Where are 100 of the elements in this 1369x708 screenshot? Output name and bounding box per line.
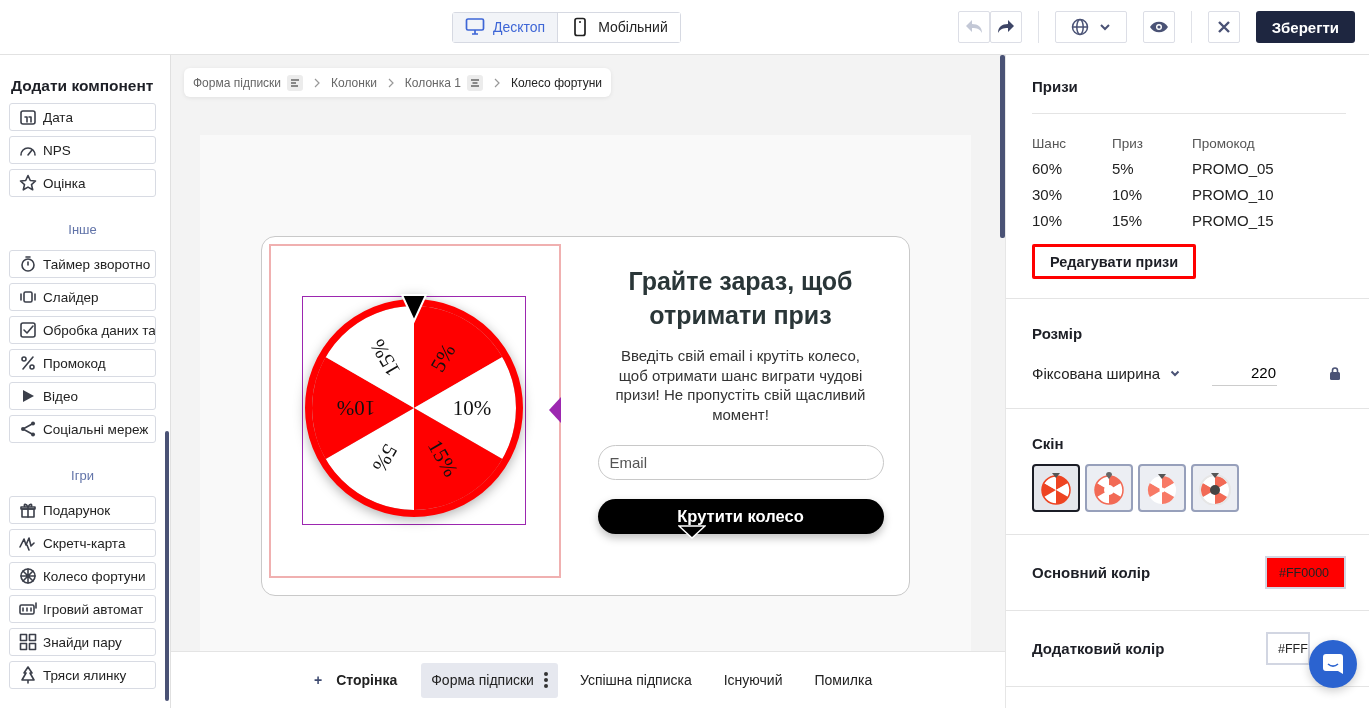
add-page-button[interactable]: + Сторінка [314,672,410,688]
segment-label: 10% [336,395,375,420]
promo-title: Грайте зараз, щоб отримати приз [627,266,854,331]
page-tab[interactable]: Помилка [804,662,883,698]
breadcrumb-link[interactable]: Колонка 1 [404,75,461,90]
chevron-right-icon [492,77,501,88]
monitor-icon [465,17,485,37]
eye-icon [1148,20,1169,34]
wheel-icon [1092,471,1126,505]
resize-handle [548,397,561,423]
language-dropdown[interactable] [1054,11,1127,43]
component-item[interactable]: Подарунок [9,496,156,524]
component-item[interactable]: Обробка даних та [9,316,156,344]
table-cell-text: 5% [1112,160,1135,177]
star-icon [19,174,37,192]
page-tab[interactable]: Успішна підписка [569,662,702,698]
width-mode-dropdown[interactable]: Фіксована ширина [1032,364,1212,382]
save-button[interactable]: Зберегти [1255,11,1355,43]
section-heading: Інше [67,221,98,239]
table-cell-text: PROMO_05 [1192,160,1275,177]
skin-option[interactable] [1032,464,1080,512]
segment-label: 5% [425,339,460,376]
component-item[interactable]: Дата [9,103,156,131]
table-cell-text: 10% [1112,186,1144,203]
chat-icon [1322,653,1344,675]
device-tab[interactable]: Мобільний [557,12,680,42]
calendar-icon [19,108,37,126]
component-item[interactable]: Слайдер [9,283,156,311]
table-cell-text: PROMO_15 [1192,212,1275,229]
wheel-icon [1145,471,1179,505]
page-tab[interactable]: Форма підписки [421,662,558,698]
device-tab[interactable]: Десктоп [453,12,558,42]
lock-icon [1330,366,1340,380]
close-icon [1216,20,1231,34]
table-cell-text: 10% [1032,212,1064,229]
scrollbar[interactable] [1000,55,1005,238]
segment-label: 10% [452,395,491,420]
globe-icon [1070,18,1089,36]
redo-icon [996,19,1015,35]
align-icon [287,74,304,91]
segment-label: 5% [367,439,402,476]
chevron-right-icon [386,77,395,88]
color-label: Додатковий колір [1032,640,1165,657]
component-item[interactable]: Знайди пару [9,628,156,656]
component-item[interactable]: Тряси ялинку [9,661,156,689]
component-item[interactable]: Ігровий автомат [9,595,156,623]
wheel-icon [1039,471,1073,505]
chat-button[interactable] [1309,640,1357,688]
promo-text: Введіть свій email і крутіть колесо, щоб отримати шанс виграти чудові призи! Не пропустіть свій щасливий момент! [614,346,867,424]
page-tab[interactable]: Існуючий [713,662,793,698]
checkbox-icon [19,321,37,339]
share-icon [19,420,37,438]
slot-machine-icon [19,600,37,618]
scrollbar[interactable] [165,431,169,701]
component-item[interactable]: Скретч-карта [9,529,156,557]
breadcrumb-link[interactable]: Колонки [331,75,377,90]
chevron-right-icon [313,77,322,88]
scratch-icon [19,534,37,552]
table-cell-text: 15% [1112,212,1144,229]
color-label: Основний колір [1032,564,1151,581]
percent-icon [19,354,37,372]
breadcrumb-link[interactable]: Колесо фортуни [510,75,603,90]
edit-prizes-button[interactable]: Редагувати призи [1032,244,1197,279]
skin-option[interactable] [1191,464,1239,512]
more-icon [543,672,548,688]
section-heading: Ігри [70,467,95,485]
sidebar-title: Додати компонент [10,77,155,96]
align-icon [466,74,483,91]
column-header: Приз [1112,136,1144,151]
table-cell-text: 30% [1032,186,1064,203]
component-item[interactable]: Колесо фортуни [9,562,156,590]
column-header: Шанс [1032,136,1068,151]
pointer-icon [399,293,428,323]
carousel-icon [19,288,37,306]
gift-icon [19,501,37,519]
tree-icon [19,666,37,684]
section-title: Розмір [1032,325,1084,342]
wheel-icon [1198,471,1232,505]
timer-icon [19,255,37,273]
close-button[interactable] [1207,11,1240,43]
breadcrumb-link[interactable]: Форма підписки [193,75,282,90]
color-swatch[interactable]: #FF0000 [1265,556,1346,589]
undo-icon [964,19,983,35]
email-field[interactable]: Email [597,445,884,480]
preview-button[interactable] [1142,11,1175,43]
component-item[interactable]: Таймер зворотно [9,250,156,278]
drop-marker-icon [677,525,706,539]
color-swatch[interactable]: #FFF [1266,632,1310,665]
component-item[interactable]: Оцінка [9,169,156,197]
component-item[interactable]: NPS [9,136,156,164]
table-cell-text: 60% [1032,160,1064,177]
redo-button[interactable] [989,11,1022,43]
component-item[interactable]: Промокод [9,349,156,377]
section-title: Призи [1032,78,1079,95]
column-header: Промокод [1192,136,1256,151]
chevron-down-icon [1170,369,1181,377]
component-item[interactable]: Відео [9,382,156,410]
chevron-down-icon [1098,23,1111,31]
component-item[interactable]: Соціальні мереж [9,415,156,443]
cards-icon [19,633,37,651]
